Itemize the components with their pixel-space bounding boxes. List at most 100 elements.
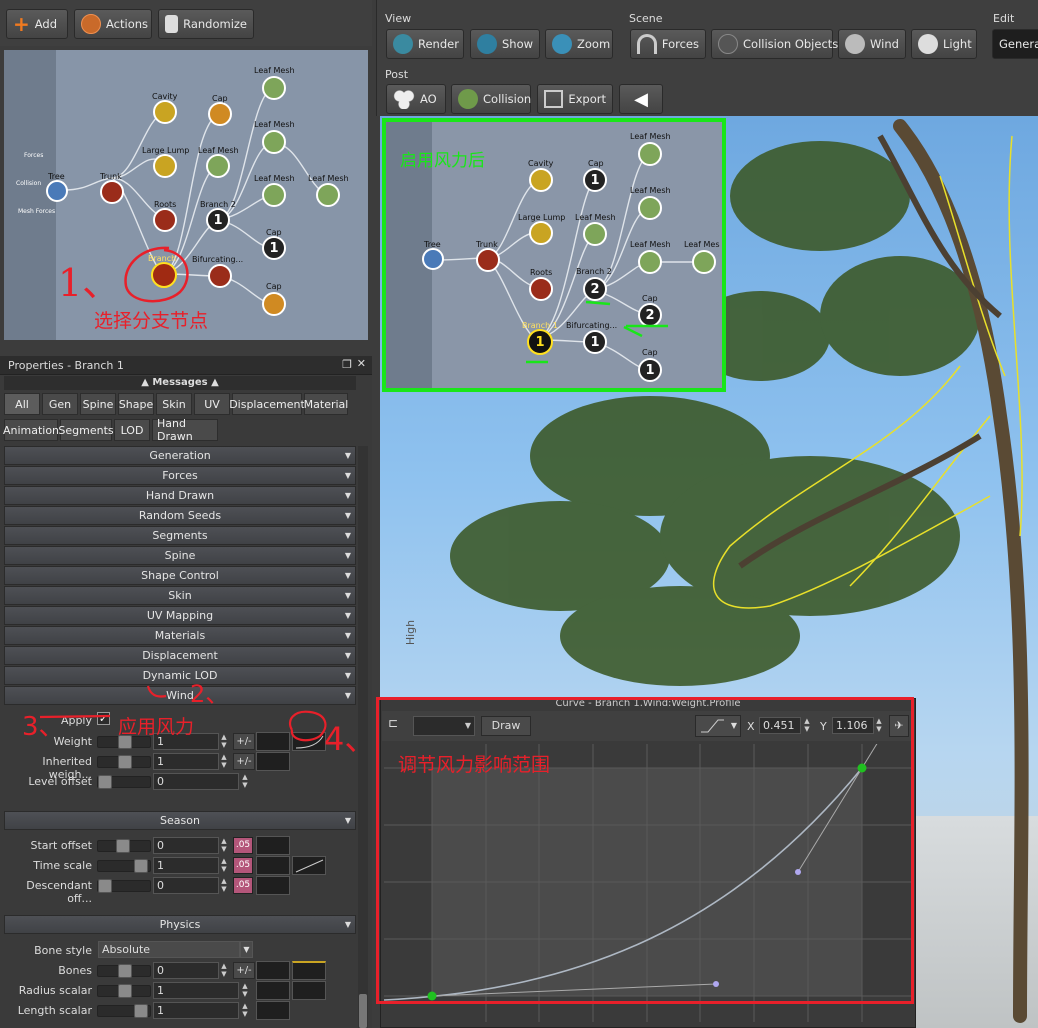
bone-style-dropdown-icon[interactable]: ▼ (240, 941, 253, 958)
bones-input[interactable]: 0 (153, 962, 219, 979)
tab-animation[interactable]: Animation (3, 419, 59, 441)
start-offset-input[interactable]: 0 (153, 837, 219, 854)
radius-slider[interactable] (97, 984, 151, 998)
descendant-step[interactable]: .05 (233, 877, 253, 894)
time-scale-step[interactable]: .05 (233, 857, 253, 874)
time-scale-curve-swatch[interactable] (292, 856, 326, 875)
bone-style-select[interactable]: Absolute (98, 941, 240, 958)
tab-material[interactable]: Material (304, 393, 348, 415)
section-segments[interactable]: Segments ▼ (4, 526, 356, 545)
render-button[interactable]: Render (386, 29, 464, 59)
bones-slider[interactable] (97, 964, 151, 978)
section-season[interactable]: Season ▼ (4, 811, 356, 830)
time-scale-spinner[interactable]: ▲ ▼ (218, 857, 230, 874)
section-physics[interactable]: Physics ▼ (4, 915, 356, 934)
wind-button[interactable]: Wind (838, 29, 906, 59)
messages-up-icon: ▲ (141, 377, 153, 388)
start-offset-step[interactable]: .05 (233, 837, 253, 854)
bones-swatch[interactable] (256, 961, 290, 980)
tab-displacement[interactable]: Displacement (229, 393, 305, 415)
scrollbar-thumb[interactable] (359, 994, 367, 1028)
bones-spinner[interactable]: ▲ ▼ (218, 962, 230, 979)
length-swatch[interactable] (256, 1001, 290, 1020)
restore-icon[interactable]: ❐ (342, 358, 352, 371)
randomize-button[interactable]: Randomize (158, 9, 254, 39)
annotation-step3: 3、 (22, 712, 65, 742)
bones-plusminus[interactable]: +/- (233, 962, 255, 979)
length-input[interactable]: 1 (153, 1002, 239, 1019)
bone-style-label: Bone style (34, 944, 92, 957)
messages-bar[interactable]: ▲ Messages ▲ (4, 376, 356, 390)
chevron-down-icon: ▼ (344, 471, 352, 480)
show-button[interactable]: Show (470, 29, 540, 59)
bones-label: Bones (58, 964, 92, 977)
section-generation[interactable]: Generation ▼ (4, 446, 356, 465)
start-offset-spinner[interactable]: ▲ ▼ (218, 837, 230, 854)
time-scale-input[interactable]: 1 (153, 857, 219, 874)
bomb-icon (718, 34, 738, 54)
tab-hand-drawn[interactable]: Hand Drawn (152, 417, 218, 443)
forces-button[interactable]: Forces (630, 29, 706, 59)
descendant-spinner[interactable]: ▲ ▼ (218, 877, 230, 894)
start-offset-label: Start offset (30, 839, 93, 852)
ao-button[interactable]: AO (386, 84, 446, 114)
annotation-step1: 1、 (58, 261, 121, 305)
time-scale-slider[interactable] (97, 859, 151, 873)
descendant-input[interactable]: 0 (153, 877, 219, 894)
export-button[interactable]: Export (537, 84, 613, 114)
node-graph-left[interactable]: Forces Collision Mesh Forces Tree Trunk … (4, 50, 368, 340)
section-materials[interactable]: Materials ▼ (4, 626, 356, 645)
light-button[interactable]: Light (911, 29, 977, 59)
bones-swatch-2[interactable] (292, 961, 326, 980)
radius-input[interactable]: 1 (153, 982, 239, 999)
back-arrow-button[interactable]: ◀ (619, 84, 663, 114)
tab-skin[interactable]: Skin (156, 393, 192, 415)
length-slider[interactable] (97, 1004, 151, 1018)
section-displacement[interactable]: Displacement ▼ (4, 646, 356, 665)
section-skin[interactable]: Skin ▼ (4, 586, 356, 605)
radius-swatch-2[interactable] (292, 981, 326, 1000)
tab-spine[interactable]: Spine (80, 393, 116, 415)
tab-all[interactable]: All (4, 393, 40, 415)
section-forces[interactable]: Forces ▼ (4, 466, 356, 485)
length-spinner[interactable]: ▲ ▼ (239, 1002, 251, 1019)
zoom-button[interactable]: Zoom (545, 29, 613, 59)
magnet-icon (637, 34, 657, 54)
time-scale-swatch[interactable] (256, 856, 290, 875)
section-spine[interactable]: Spine ▼ (4, 546, 356, 565)
section-hand-drawn[interactable]: Hand Drawn ▼ (4, 486, 356, 505)
close-icon[interactable]: ✕ (357, 357, 366, 370)
chevron-down-icon: ▼ (344, 531, 352, 540)
edit-group-label: Edit (993, 12, 1015, 25)
annotation-apply-wind: 应用风力 (118, 716, 195, 738)
viewport-side-text: High (404, 619, 418, 646)
collision-objects-button[interactable]: Collision Objects (711, 29, 838, 59)
chevron-down-icon: ▼ (344, 920, 352, 929)
radius-swatch[interactable] (256, 981, 290, 1000)
tab-uv[interactable]: UV (194, 393, 230, 415)
generate-button[interactable]: Generat (992, 29, 1038, 59)
descendant-swatch[interactable] (256, 876, 290, 895)
actions-button[interactable]: Actions (74, 9, 152, 39)
descendant-slider[interactable] (97, 879, 151, 893)
scene-group-label: Scene (629, 12, 663, 25)
radius-spinner[interactable]: ▲ ▼ (239, 982, 251, 999)
properties-title: Properties - Branch 1 (8, 359, 124, 372)
start-offset-slider[interactable] (97, 839, 151, 853)
section-uv-mapping[interactable]: UV Mapping ▼ (4, 606, 356, 625)
chevron-down-icon: ▼ (344, 491, 352, 500)
tab-gen[interactable]: Gen (42, 393, 78, 415)
node-graph-right[interactable]: Tree Trunk Cavity Large Lump Roots 1 Bra… (382, 118, 726, 392)
section-random-seeds[interactable]: Random Seeds ▼ (4, 506, 356, 525)
section-shape-control[interactable]: Shape Control ▼ (4, 566, 356, 585)
annotation-step2: 2、 (190, 680, 230, 708)
tab-lod[interactable]: LOD (114, 419, 150, 441)
add-button[interactable]: + Add (6, 9, 68, 39)
tab-shape[interactable]: Shape (118, 393, 154, 415)
tab-segments[interactable]: Segments (58, 419, 114, 441)
annotation-select-branch: 选择分支节点 (94, 310, 209, 332)
magnifier-icon (552, 34, 572, 54)
collision-button[interactable]: Collision (451, 84, 531, 114)
start-offset-swatch[interactable] (256, 836, 290, 855)
descendant-offset-label: Descendant off... (26, 879, 92, 905)
